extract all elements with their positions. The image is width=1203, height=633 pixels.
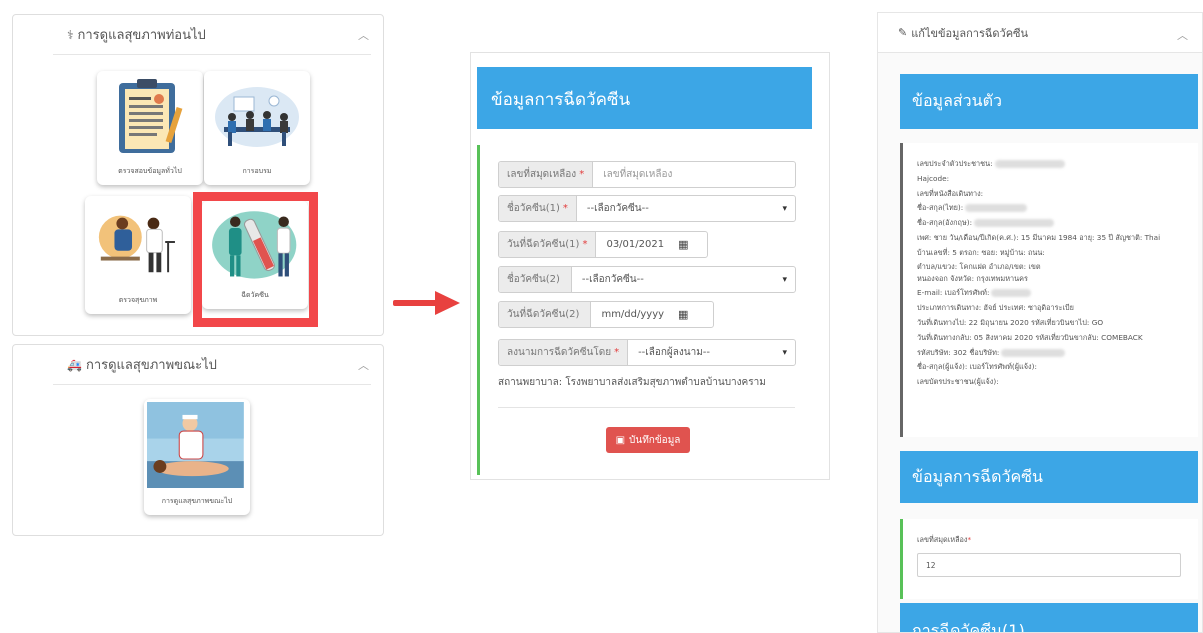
info-line: วันที่เดินทางไป: 22 มิถุนายน 2020 รหัสเท… [917,317,1104,327]
vaccine1-select[interactable]: ชื่อวัคซีน(1) * --เลือกวัคซีน-- ▾ [498,195,796,222]
yellow-book-label: เลขที่สมุดเหลือง* [917,535,972,544]
vaccine-form-title: ข้อมูลการฉีดวัคซีน [477,67,812,129]
vaccine2-value[interactable]: --เลือกวัคซีน-- ▾ [572,267,795,292]
tile-health-check[interactable]: ตรวจสุขภาพ [85,196,191,314]
arrow-right-icon [393,291,460,315]
edit-panel-title: แก้ไขข้อมูลการฉีดวัคซีน [911,26,1029,40]
info-line: ชื่อ-สกุล(ผู้แจ้ง): เบอร์โทรศัพท์(ผู้แจ้… [917,362,1037,372]
info-line: เลขที่หนังสือเดินทาง: [917,188,984,198]
vaccine2-select[interactable]: ชื่อวัคซีน(2) --เลือกวัคซีน-- ▾ [498,266,796,293]
info-line: ตำบล/แขวง: โคกแฝด อำเภอ/เขต: เขต [917,261,1041,271]
floppy-disk-icon: ▣ [615,434,626,446]
chevron-down-icon: ▾ [782,274,787,285]
meeting-training-icon [215,87,299,147]
pencil-icon: ✎ [898,26,908,39]
ambulance-icon: 🚑 [67,357,82,372]
personal-info-title: ข้อมูลส่วนตัว [900,74,1198,129]
personal-info-box: เลขประจำตัวประชาชน: Hajcode: เลขที่หนังส… [900,143,1198,437]
yellow-book-section: เลขที่สมุดเหลือง* 12 [900,519,1198,599]
vaccine1-date-field[interactable]: วันที่ฉีดวัคซีน(1) * 03/01/2021 ▦ [498,231,708,258]
tile-training[interactable]: การอบรม [204,71,310,185]
info-line: E-mail: เบอร์โทรศัพท์: [917,286,1198,301]
calendar-icon[interactable]: ▦ [678,238,688,251]
general-care-header[interactable]: ⚕ การดูแลสุขภาพท่อนไป [53,15,371,55]
travel-care-title: การดูแลสุขภาพขณะไป [85,358,217,373]
info-line: ประเภทการเดินทาง: ฮัจย์ ประเทศ: ซาอุดิอา… [917,303,1074,313]
vaccine-form: เลขที่สมุดเหลือง * เลขที่สมุดเหลือง ชื่อว… [477,145,813,475]
info-line: ชื่อ-สกุล(อังกฤษ): [917,216,1198,231]
field-label: วันที่ฉีดวัคซีน(2) [499,302,592,327]
field-label: ลงนามการฉีดวัคซีนโดย * [499,340,629,365]
vaccine1-title: การฉีดวัคซีน(1) [900,603,1198,632]
info-line: เลขบัตรประชาชน(ผู้แจ้ง): [917,377,999,387]
info-line: เพศ: ชาย วัน/เดือน/ปีเกิด(ค.ศ.): 15 มีนา… [917,232,1161,242]
chevron-up-icon[interactable]: ︿ [358,27,369,43]
vaccine2-date-field[interactable]: วันที่ฉีดวัคซีน(2) mm/dd/yyyy ▦ [498,301,714,328]
tile-travel-care[interactable]: การดูแลสุขภาพขณะไป [144,399,250,515]
tile-caption: การอบรม [242,167,272,175]
field-label: วันที่ฉีดวัคซีน(1) * [499,232,597,257]
tile-caption: ตรวจสอบข้อมูลทั่วไป [118,167,182,175]
info-line: Hajcode: [917,173,950,183]
edit-panel-header[interactable]: ✎ แก้ไขข้อมูลการฉีดวัคซีน ︿ [878,13,1202,53]
chevron-down-icon: ▾ [782,203,787,214]
field-label: เลขที่สมุดเหลือง * [499,162,594,187]
health-menu-area: ⚕ การดูแลสุขภาพท่อนไป ︿ ตรวจสอบข้อมูลทั่… [0,0,388,540]
nurse-patient-icon [147,402,244,488]
signer-select[interactable]: ลงนามการฉีดวัคซีนโดย * --เลือกผู้ลงนาม-- … [498,339,796,366]
yellow-book-input[interactable]: 12 [917,553,1181,577]
tile-general-info[interactable]: ตรวจสอบข้อมูลทั่วไป [97,71,203,185]
doctor-checkup-icon [98,215,175,273]
info-line: หนองจอก จังหวัด: กรุงเทพมหานคร [917,273,1028,283]
vaccine1-date-input[interactable]: 03/01/2021 ▦ [596,232,707,257]
yellow-book-input[interactable]: เลขที่สมุดเหลือง [593,162,795,187]
field-label: ชื่อวัคซีน(2) [499,267,572,292]
tile-caption: การดูแลสุขภาพขณะไป [161,497,233,505]
vaccine2-date-input[interactable]: mm/dd/yyyy ▦ [591,302,713,327]
stethoscope-icon: ⚕ [67,27,74,42]
selection-highlight [193,192,318,327]
calendar-icon[interactable]: ▦ [678,308,688,321]
yellow-book-field[interactable]: เลขที่สมุดเหลือง * เลขที่สมุดเหลือง [498,161,796,188]
general-care-title: การดูแลสุขภาพท่อนไป [77,28,206,43]
info-line: วันที่เดินทางกลับ: 05 สิงหาคม 2020 รหัสเ… [917,332,1143,342]
hospital-text: สถานพยาบาล: โรงพยาบาลส่งเสริมสุขภาพตำบลบ… [498,377,766,388]
info-line: เลขประจำตัวประชาชน: [917,157,1198,172]
travel-care-header[interactable]: 🚑 การดูแลสุขภาพขณะไป [53,345,371,385]
info-line: รหัสบริษัท: 302 ชื่อบริษัท: [917,346,1198,361]
vaccine1-value[interactable]: --เลือกวัคซีน-- ▾ [577,196,795,221]
clipboard-document-icon [119,79,183,153]
divider [498,407,795,408]
chevron-down-icon: ▾ [782,347,787,358]
info-line: บ้านเลขที่: 5 ตรอก: ซอย: หมู่บ้าน: ถนน: [917,247,1045,257]
edit-vaccine-panel: ✎ แก้ไขข้อมูลการฉีดวัคซีน ︿ ข้อมูลส่วนตั… [877,12,1203,633]
chevron-up-icon[interactable]: ︿ [1177,27,1188,43]
field-label: ชื่อวัคซีน(1) * [499,196,577,221]
vaccine-form-card: ข้อมูลการฉีดวัคซีน เลขที่สมุดเหลือง * เลข… [470,52,830,480]
save-button[interactable]: ▣ บันทึกข้อมูล [606,427,690,453]
signer-value[interactable]: --เลือกผู้ลงนาม-- ▾ [628,340,795,365]
info-line: ชื่อ-สกุล(ไทย): [917,201,1198,216]
vaccine-info-title: ข้อมูลการฉีดวัคซีน [900,451,1198,503]
chevron-up-icon[interactable]: ︿ [358,357,369,373]
tile-caption: ตรวจสุขภาพ [118,296,158,304]
